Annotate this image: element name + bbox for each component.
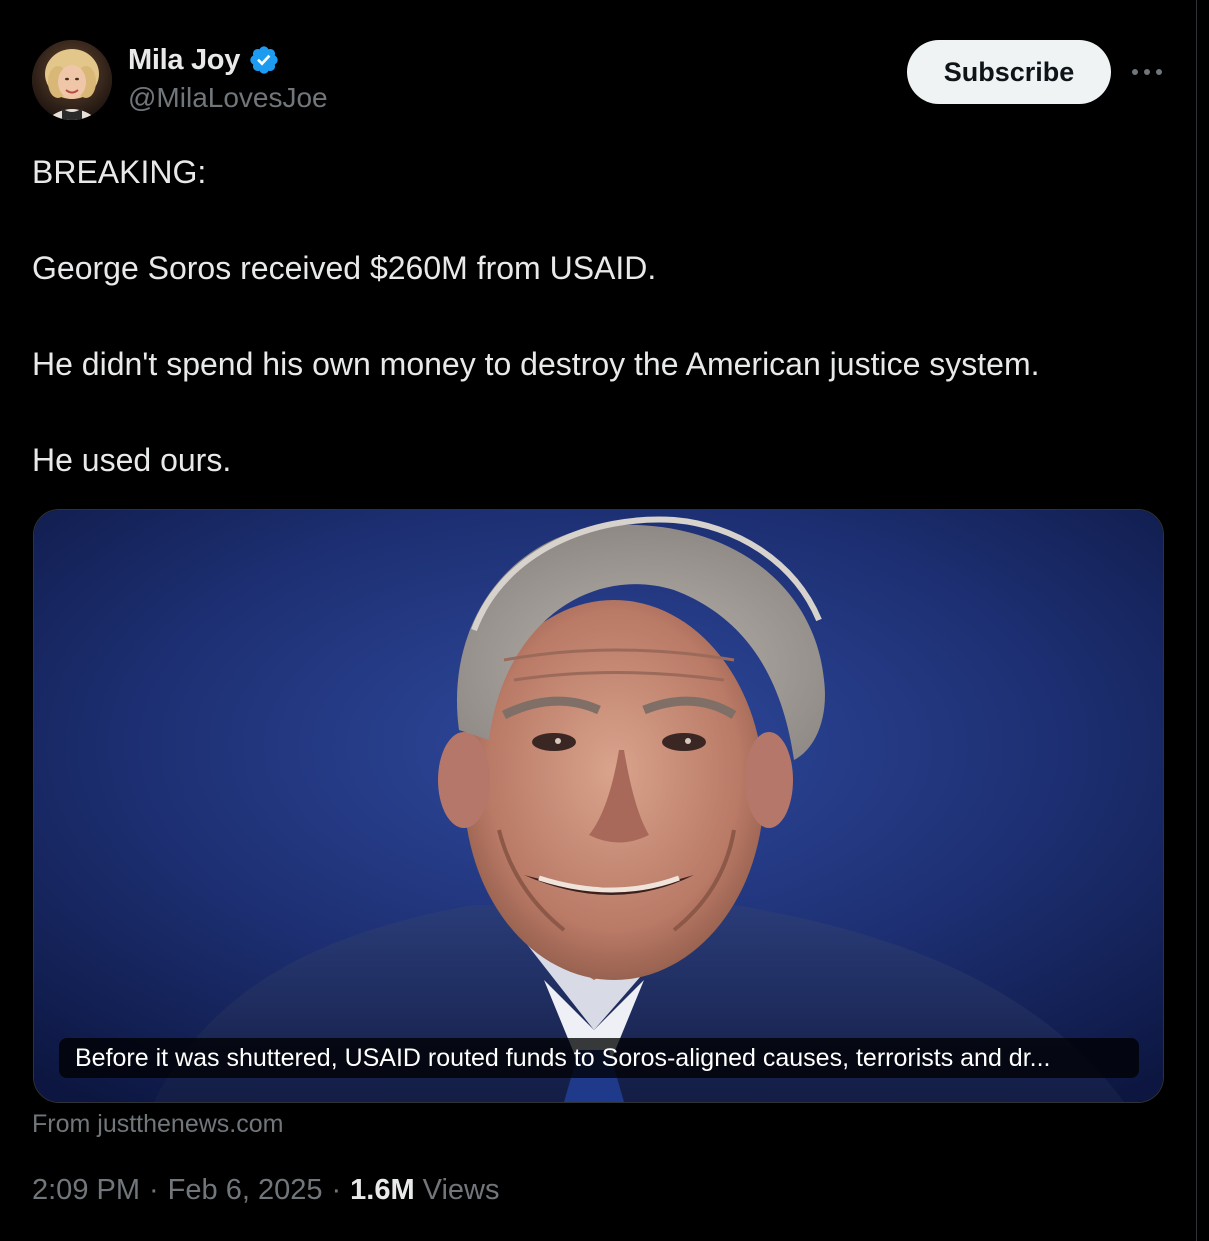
- tweet-meta: 2:09 PM · Feb 6, 2025 · 1.6M Views: [32, 1174, 499, 1207]
- tweet-page: Mila Joy @MilaLovesJoe Subscribe BREAKIN…: [0, 0, 1209, 1241]
- author-display-name[interactable]: Mila Joy: [128, 44, 240, 77]
- author-avatar[interactable]: [32, 40, 112, 120]
- tweet-paragraph: George Soros received $260M from USAID.: [32, 250, 657, 286]
- tweet-text: BREAKING: George Soros received $260M fr…: [32, 148, 1172, 484]
- tweet-paragraph: He used ours.: [32, 442, 232, 478]
- meta-separator: ·: [331, 1174, 342, 1206]
- tweet-header: Mila Joy @MilaLovesJoe Subscribe: [32, 40, 1172, 120]
- tweet-time[interactable]: 2:09 PM: [32, 1174, 140, 1207]
- link-source[interactable]: From justthenews.com: [32, 1110, 283, 1139]
- views-label[interactable]: Views: [423, 1174, 500, 1207]
- link-card-image: [34, 510, 1163, 1102]
- more-horizontal-icon: [1132, 69, 1162, 75]
- column-divider: [1196, 0, 1197, 1241]
- author-handle[interactable]: @MilaLovesJoe: [128, 82, 328, 114]
- link-card[interactable]: Before it was shuttered, USAID routed fu…: [33, 509, 1164, 1103]
- tweet-paragraph: BREAKING:: [32, 154, 207, 190]
- tweet-date[interactable]: Feb 6, 2025: [168, 1174, 323, 1207]
- views-count[interactable]: 1.6M: [350, 1174, 414, 1207]
- name-row: Mila Joy: [128, 42, 280, 78]
- link-card-caption: Before it was shuttered, USAID routed fu…: [59, 1038, 1139, 1078]
- verified-badge-icon[interactable]: [248, 44, 280, 76]
- avatar-image: [32, 40, 112, 120]
- more-options-button[interactable]: [1127, 54, 1167, 90]
- tweet-paragraph: He didn't spend his own money to destroy…: [32, 346, 1040, 382]
- subscribe-button[interactable]: Subscribe: [907, 40, 1111, 104]
- meta-separator: ·: [149, 1174, 159, 1206]
